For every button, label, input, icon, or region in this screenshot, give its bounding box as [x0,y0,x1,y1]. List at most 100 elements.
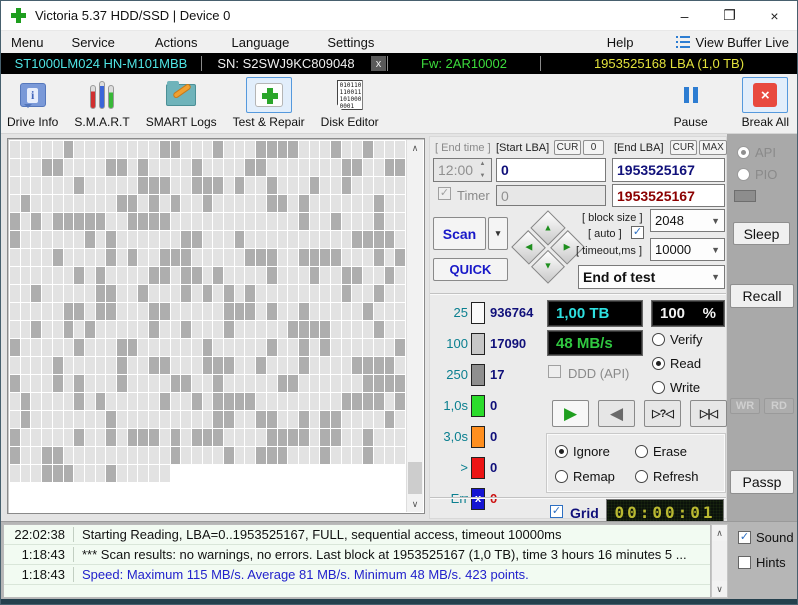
hints-checkbox[interactable]: Hints [738,555,786,570]
seek-question-button[interactable]: ▷?◁ [644,400,681,427]
end-lba-cur-button[interactable]: CUR [670,140,697,155]
minimize-button[interactable]: – [662,1,707,31]
action-ignore-radio[interactable]: Ignore [555,439,635,463]
block-cell [106,285,117,302]
log-entry[interactable]: 1:18:43 Speed: Maximum 115 MB/s. Average … [4,565,710,585]
menu-menu[interactable]: Menu [11,35,44,50]
end-action-combo[interactable]: End of test ▼ [578,265,725,289]
stat-value: 936764 [490,305,534,320]
block-cell [373,267,384,284]
action-erase-radio[interactable]: Erase [635,439,725,463]
pause-button[interactable]: Pause [668,77,714,129]
view-buffer-live-button[interactable]: View Buffer Live [675,35,789,50]
sleep-button[interactable]: Sleep [733,222,790,245]
grid-checkbox[interactable]: ✓ [550,505,563,518]
pio-radio[interactable]: PIO [737,162,777,186]
timer-checkbox[interactable]: ✓ [438,187,451,200]
block-cell [117,447,127,464]
menu-actions[interactable]: Actions [155,35,198,50]
block-cell [52,465,63,482]
block-cell [42,195,52,212]
maximize-button[interactable]: ❐ [707,1,752,31]
victoria-window: Victoria 5.37 HDD/SSD | Device 0 – ❐ × M… [0,0,798,605]
close-button[interactable]: × [752,1,797,31]
menu-service[interactable]: Service [72,35,115,50]
block-cell [202,339,213,356]
block-cell [266,447,277,464]
action-label: Remap [573,468,615,484]
block-cell [170,285,181,302]
scroll-up-icon[interactable]: ∧ [712,525,727,541]
scan-dropdown-button[interactable]: ▾ [488,217,508,250]
block-size-combo[interactable]: 2048 ▼ [650,209,725,232]
quick-button[interactable]: QUICK [433,258,508,281]
rd-button[interactable]: RD [764,398,794,414]
device-model[interactable]: ST1000LM024 HN-M101MBB [1,53,201,74]
menu-language[interactable]: Language [232,35,290,50]
device-serial[interactable]: SN: S2SWJ9KC809048 [202,53,370,74]
serial-close-button[interactable]: x [371,56,386,71]
block-cell [384,249,395,266]
block-cell [298,249,309,266]
wr-button[interactable]: WR [730,398,760,414]
current-lba-field[interactable]: 1953525167 [612,184,725,207]
drive-info-button[interactable]: i Drive Info [7,77,58,129]
play-button[interactable]: ▶ [552,400,589,427]
end-time-spinner[interactable]: 12:00 ▲ ▼ [433,158,492,182]
block-cell [84,321,95,338]
log-entry[interactable]: 22:02:38 Starting Reading, LBA=0..1953525… [4,525,710,545]
action-refresh-radio[interactable]: Refresh [635,464,725,488]
scroll-up-icon[interactable]: ∧ [407,140,423,156]
block-cell [84,177,95,194]
passp-button[interactable]: Passp [730,470,794,494]
timer-lba-field[interactable]: 0 [496,185,606,206]
window-title: Victoria 5.37 HDD/SSD | Device 0 [35,8,231,23]
auto-checkbox[interactable]: ✓ [631,226,644,239]
timeout-combo[interactable]: 10000 ▼ [650,238,725,261]
scroll-down-icon[interactable]: ∨ [407,496,423,512]
block-cell [331,357,341,374]
block-cell [117,231,127,248]
mode-read-radio[interactable]: Read [652,351,703,375]
block-cell [159,249,170,266]
api-radio[interactable]: API [737,140,776,164]
block-cell [149,141,159,158]
block-cell [42,339,52,356]
scroll-down-icon[interactable]: ∨ [712,581,727,597]
menu-settings[interactable]: Settings [327,35,374,50]
disk-editor-button[interactable]: 010110 110011 101000 0001 Disk Editor [321,77,379,129]
start-lba-zero-button[interactable]: 0 [583,140,604,155]
block-cell [298,213,309,230]
block-cell [331,285,341,302]
block-cell [341,375,352,392]
end-lba-max-button[interactable]: MAX [699,140,727,155]
block-cell [352,195,363,212]
break-all-button[interactable]: × Break All [742,77,789,129]
menu-help[interactable]: Help [607,35,634,50]
spinner-arrows-icon[interactable]: ▲ ▼ [476,161,489,179]
device-firmware[interactable]: Fw: 2AR10002 [388,53,540,74]
start-lba-cur-button[interactable]: CUR [554,140,581,155]
smart-button[interactable]: S.M.A.R.T [74,77,130,129]
smart-logs-button[interactable]: SMART Logs [146,77,217,129]
end-lba-input[interactable]: 1953525167 [612,158,725,182]
block-cell [320,339,331,356]
block-cell [63,303,74,320]
seek-end-button[interactable]: ▷|◁ [690,400,727,427]
sound-checkbox[interactable]: ✓ Sound [738,530,794,545]
grid-scrollbar[interactable]: ∧ ∨ [406,140,423,512]
scroll-thumb[interactable] [408,462,422,494]
block-cell [117,321,127,338]
scan-button[interactable]: Scan [433,217,486,250]
log-scrollbar[interactable]: ∧ ∨ [711,524,728,598]
recall-button[interactable]: Recall [730,284,794,308]
device-capacity[interactable]: 1953525168 LBA (1,0 TB) [541,53,797,74]
mode-verify-radio[interactable]: Verify [652,327,703,351]
step-back-button[interactable]: ◀ [598,400,635,427]
action-remap-radio[interactable]: Remap [555,464,635,488]
start-lba-input[interactable]: 0 [496,158,606,182]
log-entry[interactable]: 1:18:43 *** Scan results: no warnings, no… [4,545,710,565]
ddd-api-checkbox[interactable] [548,365,561,378]
mode-write-radio[interactable]: Write [652,375,703,399]
test-repair-button[interactable]: Test & Repair [233,77,305,129]
